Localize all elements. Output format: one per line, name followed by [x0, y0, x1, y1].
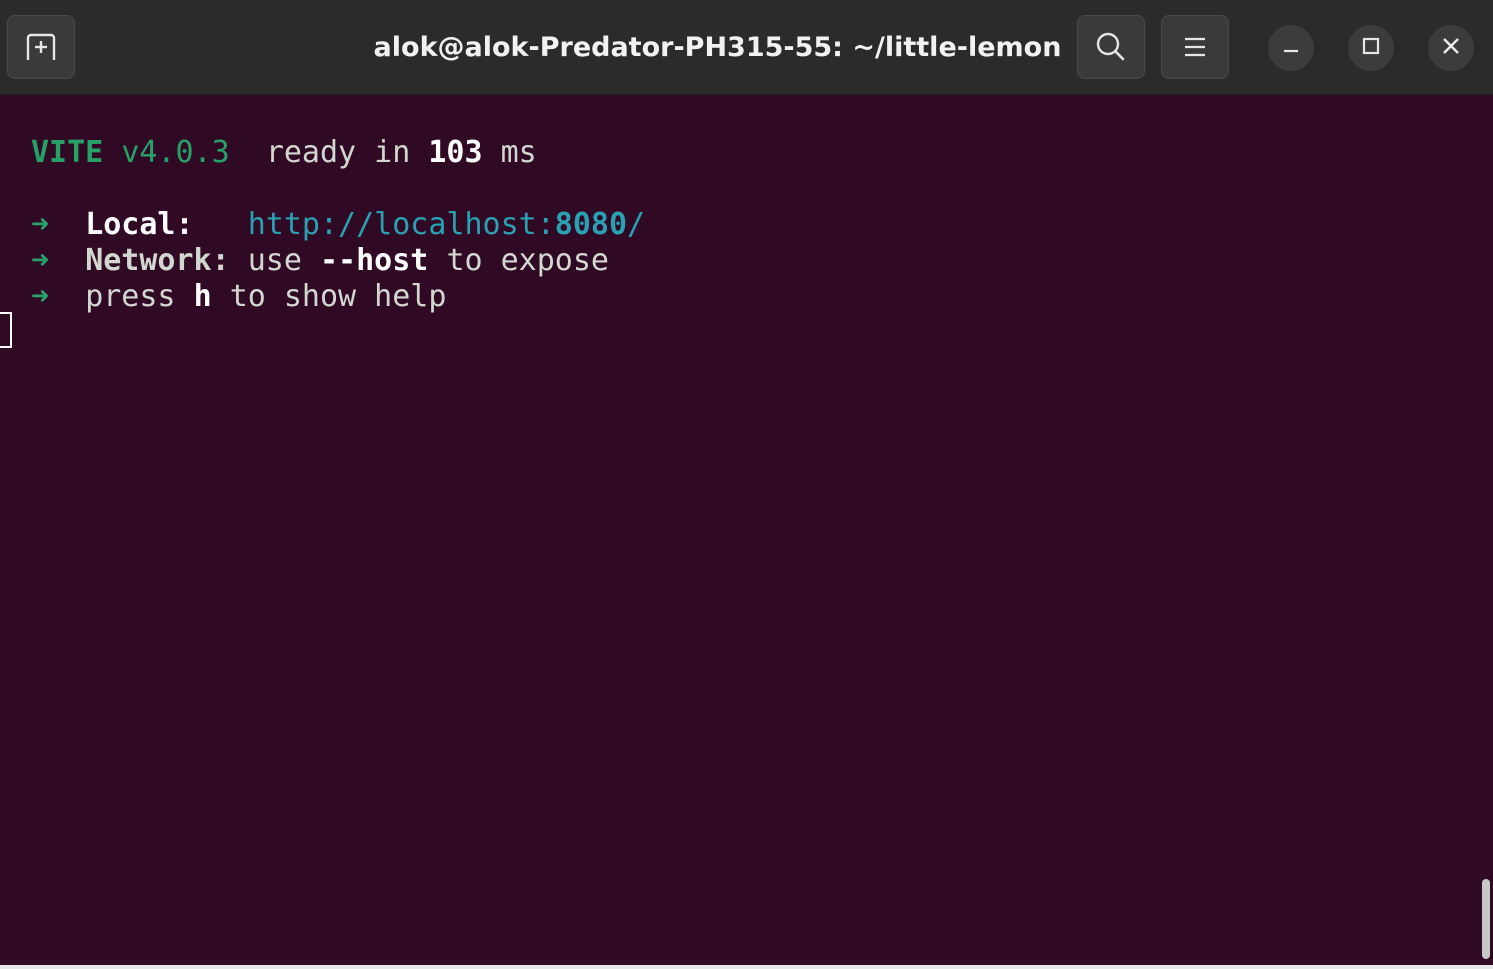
- network-use-text: use: [247, 243, 302, 278]
- search-button[interactable]: [1077, 15, 1145, 79]
- help-rest-text: to show help: [229, 279, 447, 314]
- local-label: Local:: [85, 207, 194, 242]
- scrollbar-thumb[interactable]: [1482, 879, 1490, 959]
- window-title: alok@alok-Predator-PH315-55: ~/little-le…: [373, 32, 1062, 63]
- search-icon: [1095, 31, 1127, 63]
- menu-button[interactable]: [1161, 15, 1229, 79]
- hamburger-menu-icon: [1183, 36, 1207, 58]
- new-tab-button[interactable]: [7, 15, 75, 79]
- host-flag: --host: [320, 243, 429, 278]
- ready-text: ready in: [265, 135, 411, 170]
- minimize-icon: [1281, 36, 1301, 61]
- window-bottom-edge: [0, 965, 1493, 969]
- url-suffix: /: [627, 207, 646, 242]
- arrow-icon: ➜: [31, 243, 50, 278]
- press-text: press: [85, 279, 176, 314]
- close-icon: [1441, 36, 1461, 61]
- maximize-icon: [1361, 36, 1381, 61]
- arrow-icon: ➜: [31, 207, 50, 242]
- text-cursor: [0, 312, 12, 348]
- vite-ready-line: VITE v4.0.3 ready in 103 ms: [31, 135, 537, 171]
- ready-ms-value: 103: [428, 135, 483, 170]
- arrow-icon: ➜: [31, 279, 50, 314]
- maximize-button[interactable]: [1348, 25, 1394, 71]
- close-button[interactable]: [1428, 25, 1474, 71]
- help-line: ➜ press h to show help: [31, 279, 446, 315]
- title-bar: alok@alok-Predator-PH315-55: ~/little-le…: [0, 0, 1493, 95]
- network-rest-text: to expose: [446, 243, 609, 278]
- terminal-window: alok@alok-Predator-PH315-55: ~/little-le…: [0, 0, 1493, 969]
- help-key: h: [193, 279, 212, 314]
- url-port: 8080: [554, 207, 628, 242]
- minimize-button[interactable]: [1268, 25, 1314, 71]
- vite-name: VITE: [31, 135, 104, 170]
- local-url-link[interactable]: http://localhost:8080/: [248, 207, 645, 242]
- terminal-output[interactable]: VITE v4.0.3 ready in 103 ms ➜ Local: htt…: [0, 95, 1493, 965]
- new-tab-icon: [25, 32, 57, 62]
- ms-unit: ms: [500, 135, 537, 170]
- network-label: Network:: [85, 243, 230, 278]
- url-prefix: http://localhost:: [247, 207, 555, 242]
- network-line: ➜ Network: use --host to expose: [31, 243, 609, 279]
- vite-version: v4.0.3: [121, 135, 230, 170]
- local-line: ➜ Local: http://localhost:8080/: [31, 207, 645, 243]
